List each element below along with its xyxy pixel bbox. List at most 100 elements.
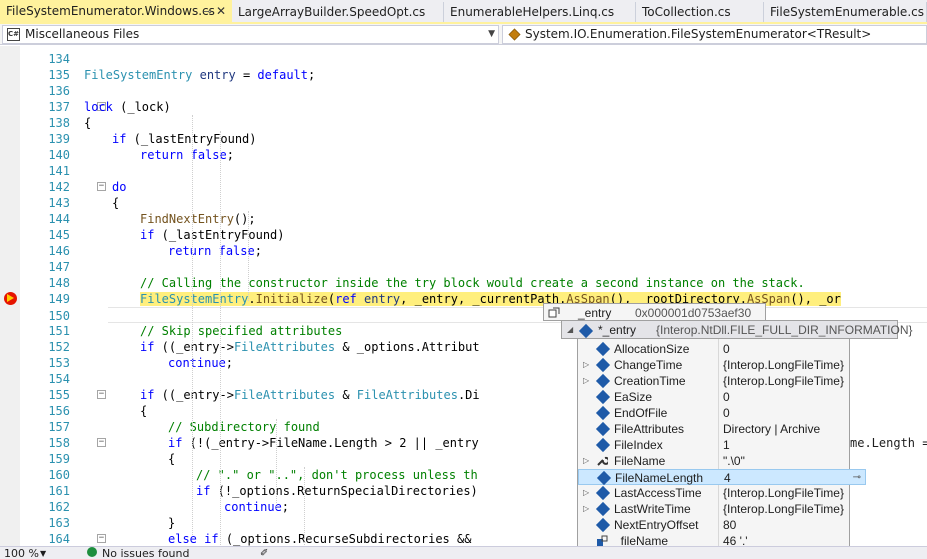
collapse-triangle-icon[interactable]: ◢ [567,322,573,338]
datatip-field-row[interactable]: ▷ CreationTime {Interop.LongFileTime} [578,373,849,389]
field-name: FileAttributes [614,422,685,436]
field-value[interactable]: {Interop.LongFileTime} [723,373,844,389]
field-value[interactable]: ".\0" [723,453,745,469]
expand-triangle-icon[interactable]: ▷ [583,453,589,469]
expand-triangle-icon[interactable]: ▷ [583,373,589,389]
datatip-value[interactable]: 0x000001d0753aef30 [635,305,751,321]
code-line[interactable]: 137− lock (_lock) [0,99,927,115]
chevron-down-icon[interactable]: ▼ [40,547,46,559]
field-name: LastWriteTime [614,502,691,516]
field-icon [596,470,612,486]
zoom-level[interactable]: 100 % [4,547,39,559]
datatip-field-row[interactable]: NextEntryOffset 80 [578,517,849,533]
type-dropdown[interactable]: System.IO.Enumeration.FileSystemEnumerat… [502,25,927,44]
code-line[interactable]: 136 [0,83,927,99]
field-value[interactable]: {Interop.LongFileTime} [723,485,844,501]
field-value[interactable]: {Interop.LongFileTime} [723,501,844,517]
breakpoint-current-statement-icon[interactable] [4,292,17,305]
datatip-field-row[interactable]: EndOfFile 0 [578,405,849,421]
code-text[interactable]: return false; [0,147,927,163]
pin-icon[interactable]: ⊸ [203,0,212,23]
tab-tocollection[interactable]: ToCollection.cs [636,2,764,22]
code-text[interactable]: do [0,179,927,195]
field-name: CreationTime [614,374,686,388]
field-value[interactable]: 80 [723,517,736,533]
code-line[interactable]: 144 FindNextEntry(); [0,211,927,227]
code-line[interactable]: 134 [0,51,927,67]
issues-status[interactable]: No issues found [102,547,189,559]
field-name: EndOfFile [614,406,668,420]
close-icon[interactable]: ✕ [216,0,226,23]
field-value[interactable]: 1 [723,437,730,453]
indent-guide [248,211,249,301]
datatip-field-row[interactable]: AllocationSize 0 [578,341,849,357]
code-line[interactable]: 138{ [0,115,927,131]
tab-enumerablehelpers[interactable]: EnumerableHelpers.Linq.cs [444,2,636,22]
datatip-field-row[interactable]: ▷ LastAccessTime {Interop.LongFileTime} [578,485,849,501]
brush-icon[interactable]: ✐ [260,547,268,559]
project-name: Miscellaneous Files [25,27,140,41]
field-name: FileNameLength [615,471,704,485]
tab-filesystemenumerable[interactable]: FileSystemEnumerable.cs [764,2,927,22]
expand-triangle-icon[interactable]: ▷ [583,501,589,517]
datatip-field-row[interactable]: ▷ ChangeTime {Interop.LongFileTime} [578,357,849,373]
datatip-field-row[interactable]: ▷ FileName ".\0" [578,453,849,469]
tab-filesystemenumerator-windows[interactable]: FileSystemEnumerator.Windows.cs ⊸ ✕ [0,0,232,23]
field-value[interactable]: Directory | Archive [723,421,820,437]
expand-triangle-icon[interactable]: ▷ [583,485,589,501]
code-text[interactable]: FileSystemEntry entry = default; [0,67,927,83]
field-icon [595,421,611,437]
variable-icon [548,307,560,318]
code-text[interactable]: return false; [0,243,927,259]
field-value[interactable]: 0 [723,405,730,421]
datatip-deref-entry[interactable]: ◢ *_entry {Interop.NtDll.FILE_FULL_DIR_I… [561,320,913,339]
code-line[interactable]: 148// Calling the constructor inside the… [0,275,927,291]
code-line[interactable]: 143{ [0,195,927,211]
code-line[interactable]: 147 [0,259,927,275]
code-line[interactable]: 140 return false; [0,147,927,163]
datatip-value[interactable]: {Interop.NtDll.FILE_FULL_DIR_INFORMATION… [656,322,913,338]
code-text[interactable]: { [0,115,927,131]
type-name: System.IO.Enumeration.FileSystemEnumerat… [525,27,872,41]
tab-label: ToCollection.cs [642,5,731,19]
code-text[interactable]: // Calling the constructor inside the tr… [0,275,927,291]
field-value[interactable]: 0 [723,341,730,357]
datatip-field-row[interactable]: ▷ LastWriteTime {Interop.LongFileTime} [578,501,849,517]
code-line[interactable]: 139 if (_lastEntryFound) [0,131,927,147]
code-line[interactable]: 146 return false; [0,243,927,259]
indent-guide [276,419,277,509]
code-line[interactable]: 142− do [0,179,927,195]
datatip-field-row[interactable]: FileNameLength 4 ⊸ [578,469,866,486]
code-text[interactable]: lock (_lock) [0,99,927,115]
code-text[interactable]: { [0,195,927,211]
datatip-fields-panel[interactable]: AllocationSize 0 ▷ ChangeTime {Interop.LongF… [577,338,866,548]
code-text[interactable]: FindNextEntry(); [0,211,927,227]
datatip-field-row[interactable]: FileAttributes Directory | Archive [578,421,849,437]
datatip-field-row[interactable]: FileIndex 1 [578,437,849,453]
code-text[interactable]: if (_lastEntryFound) [0,131,927,147]
line-number: 150 [48,309,70,323]
code-line[interactable]: 145 if (_lastEntryFound) [0,227,927,243]
field-icon [595,341,611,357]
pin-icon[interactable]: ⊸ [853,470,861,486]
field-icon [595,517,611,533]
field-value[interactable]: 4 [724,470,731,486]
field-value[interactable]: {Interop.LongFileTime} [723,357,844,373]
code-text-overflow[interactable]: me.Length = [850,435,927,451]
document-tab-strip: FileSystemEnumerator.Windows.cs ⊸ ✕ Larg… [0,0,927,23]
indent-guide [220,131,221,551]
tab-largearraybuilder[interactable]: LargeArrayBuilder.SpeedOpt.cs [232,2,444,22]
code-text[interactable]: if (_lastEntryFound) [0,227,927,243]
code-text[interactable]: FileSystemEntry.Initialize(ref entry, _e… [0,291,927,307]
datatip-entry[interactable]: _entry 0x000001d0753aef30 [543,303,766,321]
line-number: 141 [48,164,70,178]
code-line[interactable]: 135 FileSystemEntry entry = default; [0,67,927,83]
expand-triangle-icon[interactable]: ▷ [583,357,589,373]
field-value[interactable]: 0 [723,389,730,405]
code-line[interactable]: 141 [0,163,927,179]
datatip-name: *_entry [598,323,637,337]
datatip-field-row[interactable]: EaSize 0 [578,389,849,405]
code-line[interactable]: 149 FileSystemEntry.Initialize(ref entry,… [0,291,927,307]
class-icon [508,28,521,41]
project-dropdown[interactable]: C# Miscellaneous Files ▼ [2,25,499,44]
